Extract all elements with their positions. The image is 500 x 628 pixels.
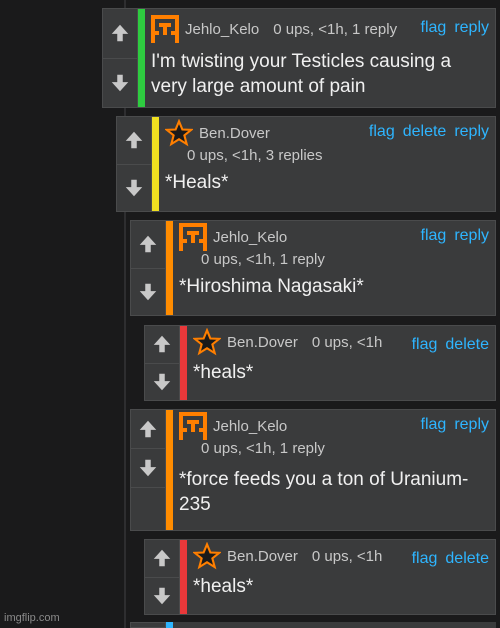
depth-stripe [180, 326, 187, 400]
comment-text: *heals* [193, 362, 254, 383]
upvote-button[interactable] [131, 221, 165, 269]
comment-stats: 0 ups, <1h [311, 547, 383, 565]
vote-box [144, 325, 180, 401]
pixel-avatar-icon[interactable] [179, 223, 207, 251]
comment: Ben.Dover flag delete reply 0 ups, <1h, … [116, 116, 496, 212]
upvote-button[interactable] [131, 410, 165, 449]
arrow-up-icon [139, 420, 157, 438]
arrow-down-icon [153, 587, 171, 604]
depth-stripe [152, 117, 159, 211]
arrow-down-icon [139, 283, 157, 300]
comment: Jehlo_Kelo 0 ups, <1h, 1 reply flag repl… [102, 8, 496, 108]
vote-box [116, 116, 152, 212]
arrow-down-icon [125, 179, 143, 196]
comment-body: Jehlo_Kelo flag reply 0 ups, <1h, 1 repl… [166, 409, 496, 531]
username[interactable]: Ben.Dover [199, 125, 270, 142]
arrow-up-icon [139, 236, 157, 253]
downvote-button[interactable] [145, 578, 179, 615]
upvote-button[interactable] [103, 9, 137, 59]
reply-link[interactable]: reply [454, 416, 489, 434]
comment-body: Ben.Dover flag delete reply 0 ups, <1h, … [152, 116, 496, 212]
vote-box [102, 8, 138, 108]
comment-body: Ben.Dover 0 ups, <1h flag delete *heals* [180, 539, 496, 615]
flag-link[interactable]: flag [421, 227, 447, 245]
arrow-down-icon [139, 459, 157, 477]
arrow-up-icon [111, 25, 129, 42]
vote-box [130, 409, 166, 531]
upvote-button[interactable] [145, 540, 179, 578]
reply-link[interactable]: reply [454, 227, 489, 245]
flag-link[interactable]: flag [369, 123, 395, 141]
star-avatar-icon[interactable] [165, 119, 193, 147]
comment-text: *Hiroshima Nagasaki* [179, 276, 364, 297]
comment-text: *Heals* [165, 172, 229, 193]
downvote-button[interactable] [131, 449, 165, 488]
upvote-button[interactable] [145, 326, 179, 364]
comment-stats: 0 ups, <1h [311, 333, 383, 351]
flag-link[interactable]: flag [421, 416, 447, 434]
reply-link[interactable]: reply [454, 123, 489, 141]
arrow-up-icon [153, 550, 171, 567]
delete-link[interactable]: delete [445, 550, 489, 568]
arrow-up-icon [125, 132, 143, 149]
downvote-button[interactable] [103, 59, 137, 108]
username[interactable]: Jehlo_Kelo [213, 229, 287, 246]
flag-link[interactable]: flag [412, 336, 438, 354]
username[interactable]: Jehlo_Kelo [213, 418, 287, 435]
comment: Ben.Dover 0 ups, <1h flag delete *heals* [144, 325, 496, 401]
upvote-button[interactable] [117, 117, 151, 165]
comment: Ben.Dover 0 ups, <1h flag delete *heals* [144, 539, 496, 615]
comment-stats: 0 ups, <1h, 1 reply [201, 251, 325, 268]
depth-stripe [166, 410, 173, 530]
comment-text: *force feeds you a ton of Uranium-235 [179, 469, 469, 515]
comment: Jehlo_Kelo flag reply 0 ups, <1h, 1 repl… [130, 220, 496, 316]
downvote-button[interactable] [117, 165, 151, 212]
reply-link[interactable]: reply [454, 19, 489, 37]
depth-stripe [138, 9, 145, 107]
username[interactable]: Ben.Dover [227, 334, 298, 351]
comment-stats: 0 ups, <1h, 3 replies [187, 147, 323, 164]
star-avatar-icon[interactable] [193, 542, 221, 570]
username[interactable]: Jehlo_Kelo [185, 21, 259, 38]
username[interactable]: Ben.Dover [227, 548, 298, 565]
comment-body: Jehlo_Kelo 0 ups, <1h, 1 reply flag repl… [138, 8, 496, 108]
pixel-avatar-icon[interactable] [179, 412, 207, 440]
star-avatar-icon[interactable] [193, 328, 221, 356]
downvote-button[interactable] [131, 269, 165, 316]
delete-link[interactable]: delete [403, 123, 447, 141]
vote-box [130, 220, 166, 316]
vote-box [144, 539, 180, 615]
comment: Jehlo_Kelo flag reply 0 ups, <1h, 1 repl… [130, 409, 496, 531]
depth-stripe [180, 540, 187, 614]
pixel-avatar-icon[interactable] [151, 15, 179, 43]
arrow-down-icon [153, 373, 171, 390]
flag-link[interactable]: flag [421, 19, 447, 37]
comment-stats: 0 ups, <1h, 1 reply [201, 440, 325, 457]
arrow-up-icon [153, 336, 171, 353]
delete-link[interactable]: delete [445, 336, 489, 354]
comment-stats: 0 ups, <1h, 1 reply [273, 20, 398, 38]
depth-stripe [166, 221, 173, 315]
comment-text: I'm twisting your Testicles causing a ve… [151, 51, 452, 97]
watermark: imgflip.com [4, 612, 60, 624]
flag-link[interactable]: flag [412, 550, 438, 568]
next-comment-partial [130, 622, 496, 628]
comment-text: *heals* [193, 576, 254, 597]
arrow-down-icon [111, 74, 129, 91]
comment-body: Jehlo_Kelo flag reply 0 ups, <1h, 1 repl… [166, 220, 496, 316]
downvote-button[interactable] [145, 364, 179, 401]
comment-body: Ben.Dover 0 ups, <1h flag delete *heals* [180, 325, 496, 401]
